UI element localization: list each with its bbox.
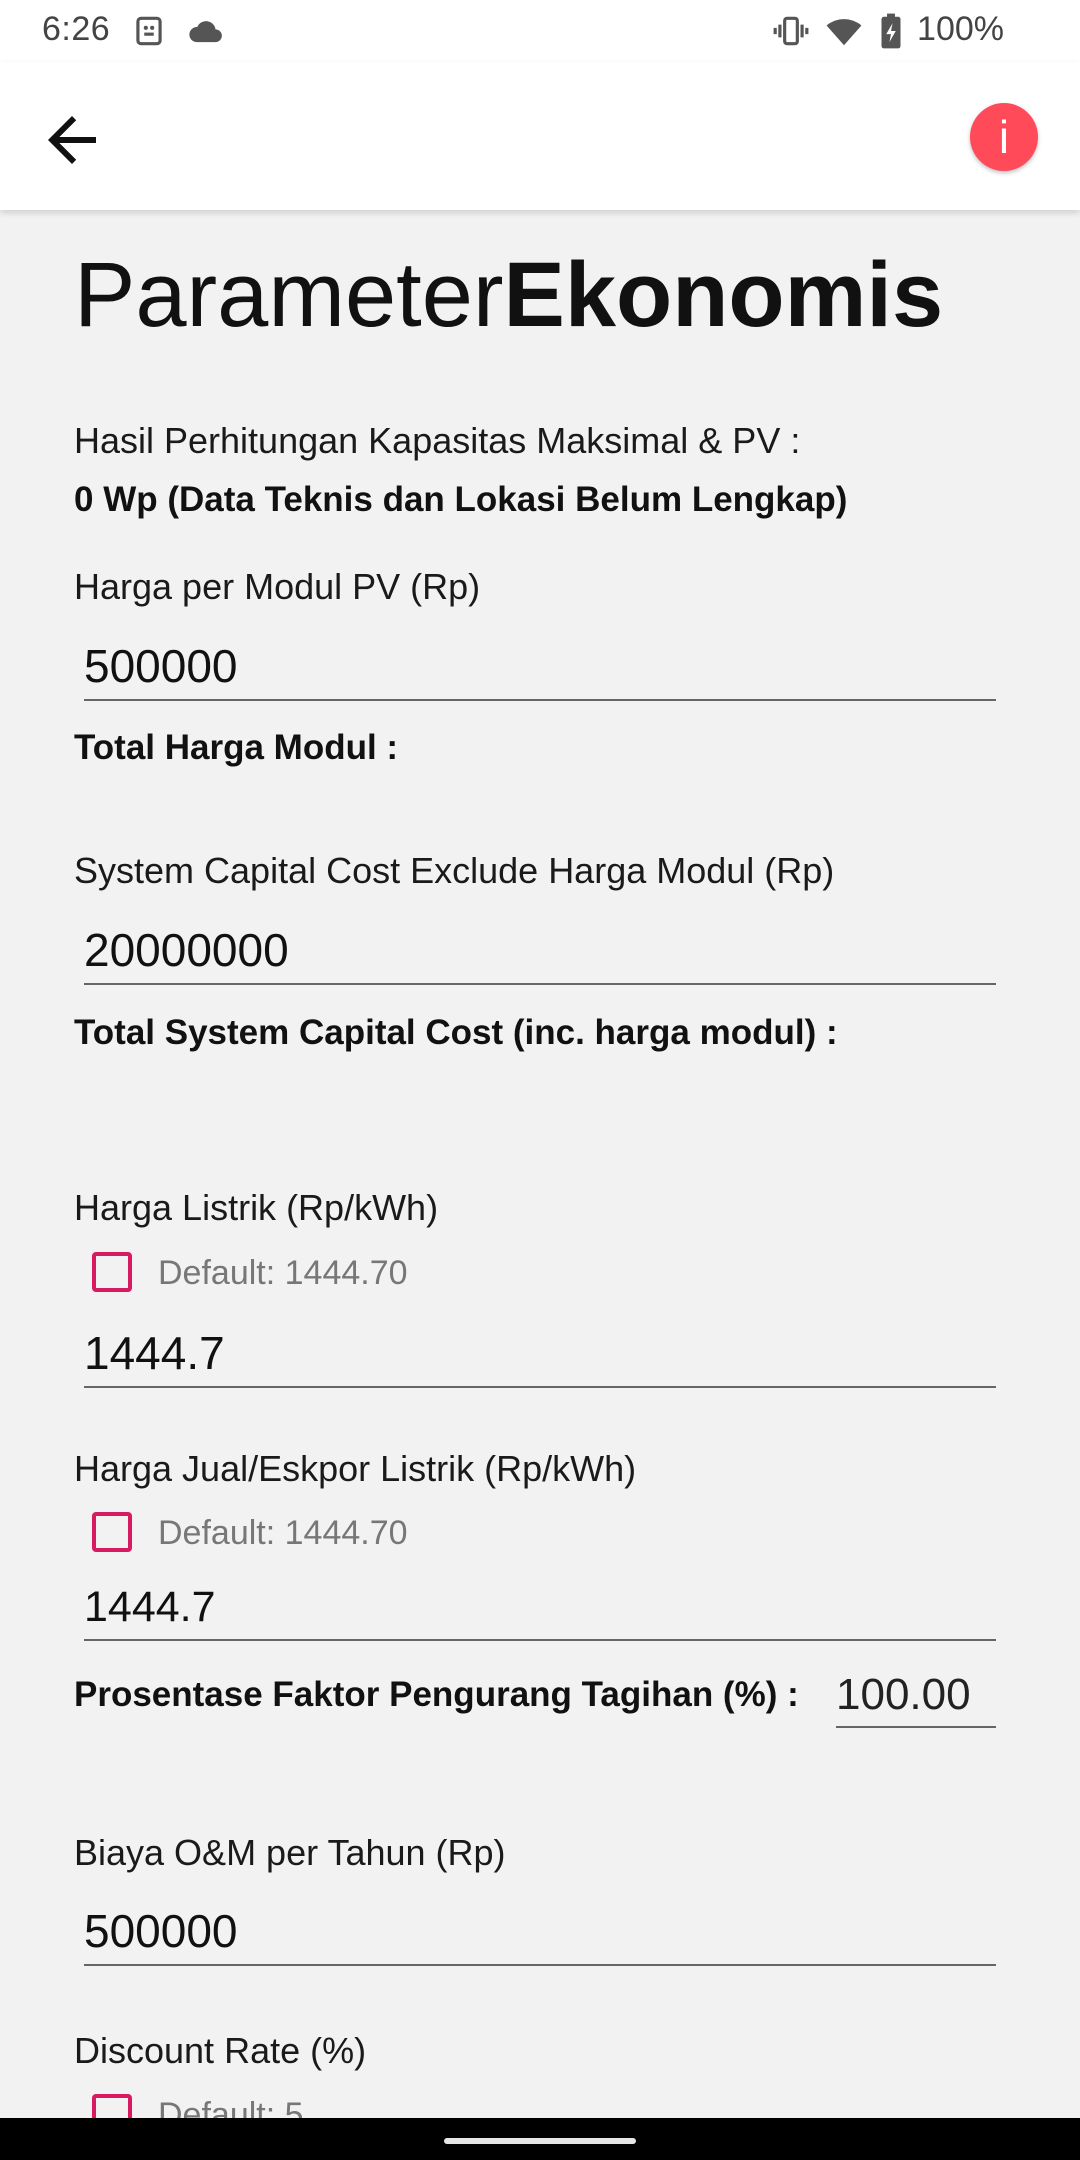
module-price-input[interactable] [84,633,996,699]
export-price-field[interactable] [84,1575,996,1641]
electricity-price-input[interactable] [84,1320,996,1386]
om-cost-field[interactable] [84,1898,996,1966]
export-price-input[interactable] [84,1575,996,1639]
page-title-light: Parameter [74,244,504,346]
battery-charging-icon [878,12,904,50]
capital-cost-label: System Capital Cost Exclude Harga Modul … [74,850,835,891]
capacity-label: Hasil Perhitungan Kapasitas Maksimal & P… [74,420,801,461]
discount-default-label: Default: 5 [158,2096,304,2118]
capital-cost-input[interactable] [84,917,996,983]
capital-cost-field[interactable] [84,917,996,985]
vibrate-icon [772,12,810,50]
export-default-checkbox[interactable] [92,1512,132,1552]
capacity-value: 0 Wp (Data Teknis dan Lokasi Belum Lengk… [74,480,848,519]
top-app-bar [0,62,1080,210]
status-time: 6:26 [42,10,111,48]
arrow-left-icon [36,116,108,180]
wifi-icon [822,12,866,50]
export-price-label: Harga Jual/Eskpor Listrik (Rp/kWh) [74,1448,637,1489]
info-icon: i [998,111,1010,163]
reduction-factor-label: Prosentase Faktor Pengurang Tagihan (%) … [74,1675,799,1714]
back-button[interactable] [36,104,108,176]
cloud-icon [185,12,227,50]
total-capital-label: Total System Capital Cost (inc. harga mo… [74,1013,838,1052]
electricity-price-label: Harga Listrik (Rp/kWh) [74,1187,439,1228]
page-title: ParameterEkonomis [74,240,943,350]
navigation-bar [0,2118,1080,2160]
electricity-default-label: Default: 1444.70 [158,1254,408,1292]
reduction-factor-input[interactable] [836,1664,996,1726]
page-title-bold: Ekonomis [503,244,944,346]
electricity-price-field[interactable] [84,1320,996,1388]
info-button[interactable]: i [970,103,1038,171]
form-content[interactable]: ParameterEkonomis Hasil Perhitungan Kapa… [0,210,1080,2118]
reduction-factor-field[interactable] [836,1664,996,1728]
om-cost-input[interactable] [84,1898,996,1964]
electricity-default-checkbox[interactable] [92,1252,132,1292]
discount-rate-label: Discount Rate (%) [74,2030,367,2071]
module-price-label: Harga per Modul PV (Rp) [74,566,481,607]
home-gesture-handle[interactable] [444,2138,636,2144]
om-cost-label: Biaya O&M per Tahun (Rp) [74,1832,506,1873]
status-bar: 6:26 100% [0,0,1080,62]
discount-default-checkbox[interactable] [92,2094,132,2118]
total-module-label: Total Harga Modul : [74,728,399,767]
module-price-field[interactable] [84,633,996,701]
battery-percentage: 100% [917,10,1004,48]
export-default-label: Default: 1444.70 [158,1514,408,1552]
android-debug-icon [130,12,168,50]
